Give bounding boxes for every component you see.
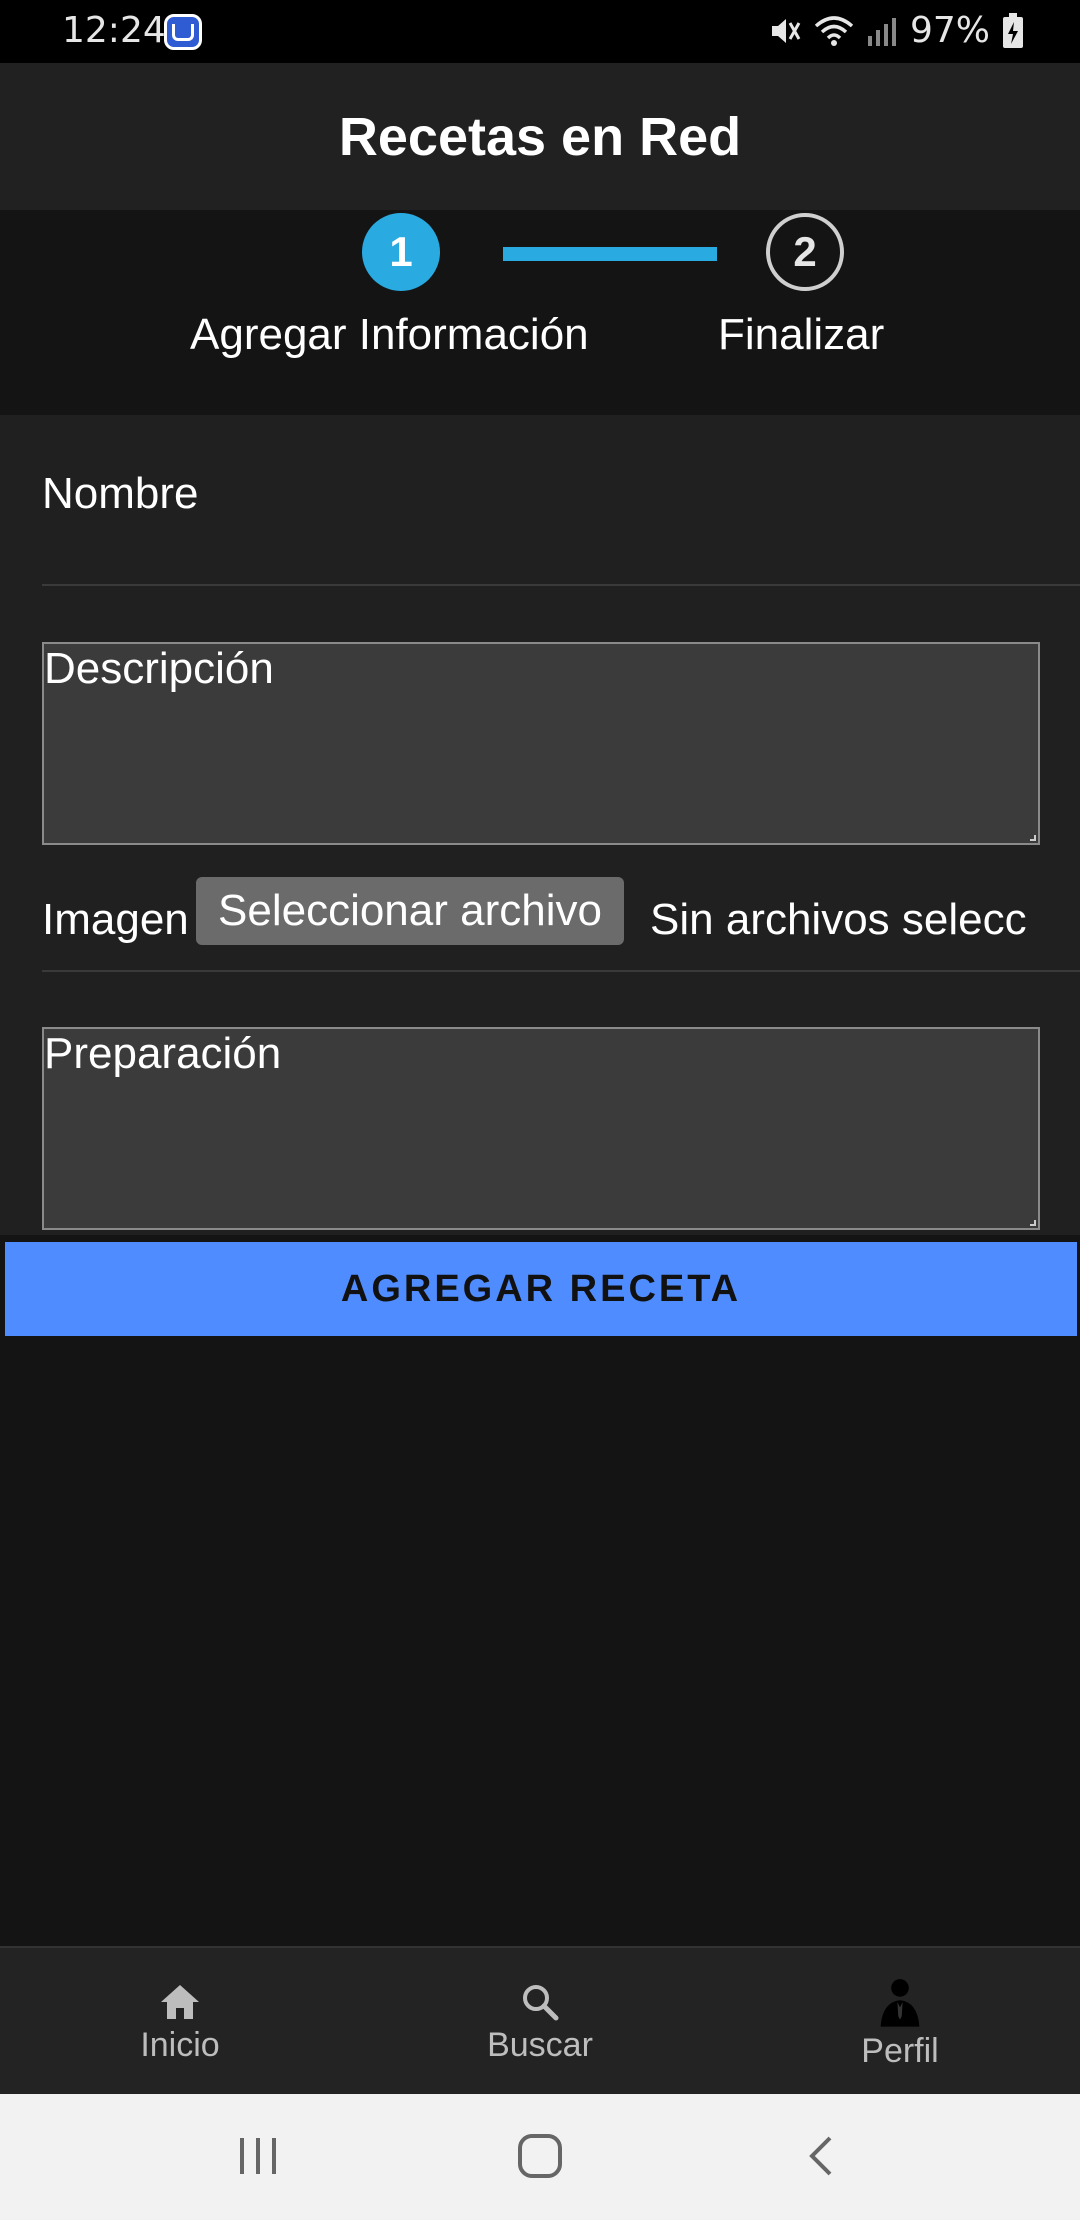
search-icon: [518, 1980, 562, 2024]
select-file-button[interactable]: Seleccionar archivo: [196, 877, 624, 945]
mute-icon: [771, 18, 801, 43]
step-connector: [503, 247, 717, 261]
status-bar: 12:24 97%: [0, 0, 1080, 63]
resize-grip-icon[interactable]: [1030, 835, 1036, 841]
app-notification-icon: [164, 14, 202, 50]
nav-label-buscar: Buscar: [487, 2025, 593, 2064]
status-indicators: 97%: [768, 10, 1024, 51]
step-2-indicator[interactable]: 2: [766, 213, 844, 291]
nav-item-inicio[interactable]: Inicio: [0, 1948, 360, 2096]
battery-percentage: 97%: [909, 10, 990, 51]
home-circle-icon[interactable]: [505, 2124, 575, 2188]
wifi-icon: [814, 15, 854, 46]
step-1-label: Agregar Información: [190, 310, 589, 359]
stepper: 1 2 Agregar Información Finalizar: [0, 210, 1080, 415]
nav-label-perfil: Perfil: [861, 2031, 939, 2070]
step-1-indicator[interactable]: 1: [362, 213, 440, 291]
recipe-form: Nombre Descripción Imagen Seleccionar ar…: [0, 415, 1080, 1235]
preparation-textarea[interactable]: Preparación: [42, 1027, 1040, 1230]
step-2-label: Finalizar: [718, 310, 885, 359]
name-field-label: Nombre: [42, 469, 199, 518]
nav-item-buscar[interactable]: Buscar: [360, 1948, 720, 2096]
image-label: Imagen: [42, 895, 189, 944]
add-recipe-button[interactable]: AGREGAR RECETA: [5, 1242, 1077, 1336]
description-textarea[interactable]: Descripción: [42, 642, 1040, 845]
person-icon: [878, 1974, 922, 2030]
app-bar: Recetas en Red: [0, 63, 1080, 210]
nav-label-inicio: Inicio: [140, 2025, 220, 2064]
recents-icon[interactable]: [223, 2124, 293, 2188]
signal-icon: [867, 17, 896, 46]
nav-item-perfil[interactable]: Perfil: [720, 1948, 1080, 2096]
preparation-placeholder: Preparación: [44, 1029, 282, 1078]
bottom-navigation: Inicio Buscar Perfil: [0, 1946, 1080, 2094]
file-status-text: Sin archivos selecc: [650, 895, 1027, 944]
system-navigation-bar: [0, 2094, 1080, 2220]
back-icon[interactable]: [786, 2124, 856, 2188]
battery-charging-icon: [1003, 12, 1023, 48]
page-title: Recetas en Red: [338, 106, 742, 167]
description-placeholder: Descripción: [44, 644, 274, 693]
name-field[interactable]: Nombre: [42, 415, 1080, 586]
resize-grip-icon[interactable]: [1030, 1220, 1036, 1226]
home-icon: [158, 1980, 202, 2024]
image-field: Imagen Seleccionar archivo Sin archivos …: [42, 877, 1080, 972]
status-time: 12:24: [62, 10, 166, 51]
